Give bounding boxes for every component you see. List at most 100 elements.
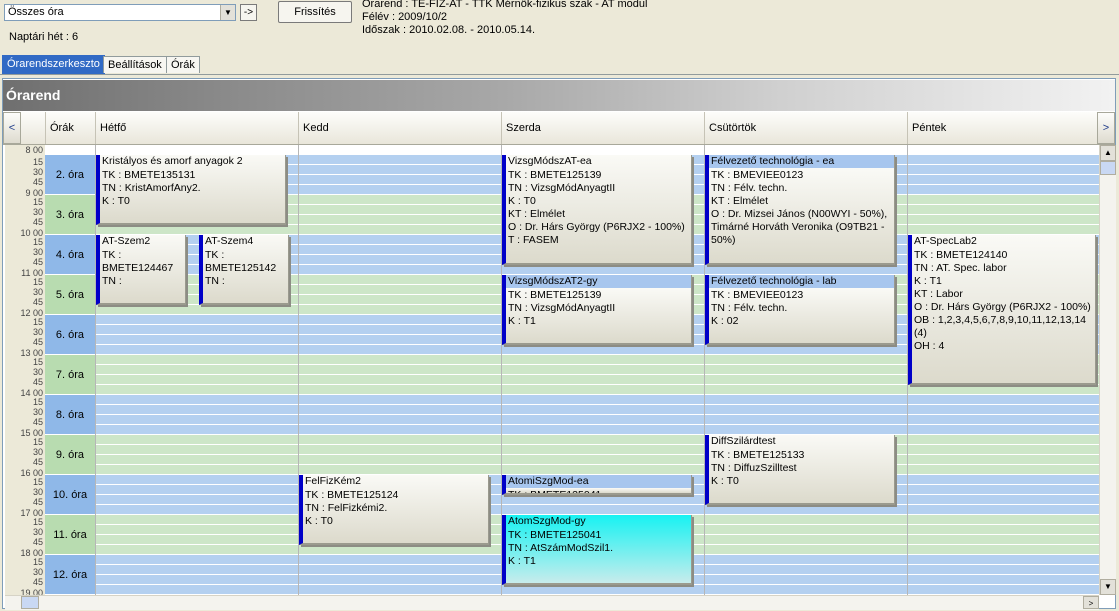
slot-row[interactable]: [95, 395, 1099, 435]
course-event[interactable]: Félvezető technológia - ea TK : BMEVIEE01…: [705, 155, 895, 265]
course-event[interactable]: FelFizKém2 TK : BMETE125124 TN : FelFizkém…: [299, 475, 489, 545]
prev-week-button[interactable]: <: [3, 112, 21, 144]
course-event[interactable]: VizsgMódszAT2-gy TK : BMETE125139 TN : Viz…: [502, 275, 692, 345]
event-title: AtomSzgMod-gy: [508, 515, 586, 527]
minute-tick: 30: [32, 527, 43, 537]
dropdown-arrow-icon[interactable]: ▼: [220, 5, 235, 20]
event-detail: TN : AtSzámModSzil1.: [508, 542, 614, 554]
event-detail: TN : VizsgMódAnyagtII: [508, 302, 616, 314]
minute-tick: 15: [32, 557, 43, 567]
event-detail: BMETE124467: [102, 262, 174, 274]
event-detail: K : T1: [508, 315, 536, 327]
minute-tick: 45: [32, 177, 43, 187]
minute-tick: 15: [32, 157, 43, 167]
event-detail: K : 02: [711, 315, 739, 327]
minute-tick: 15: [32, 277, 43, 287]
refresh-button[interactable]: Frissítés: [278, 1, 352, 23]
event-detail: TK : BMEVIEE0123: [711, 289, 804, 301]
minute-tick: 45: [32, 497, 43, 507]
event-title: DiffSzilárdtest: [711, 435, 776, 447]
slot-label: 6. óra: [45, 315, 95, 355]
course-event[interactable]: Félvezető technológia - lab TK : BMEVIEE0…: [705, 275, 895, 345]
tab-settings[interactable]: Beállítások: [103, 56, 167, 73]
event-detail: TK :: [205, 249, 225, 261]
event-detail: BMETE125142: [205, 262, 277, 274]
next-week-button[interactable]: >: [1097, 112, 1115, 144]
schedule-title: Órarend: [6, 87, 61, 103]
event-detail: O : Dr. Hárs György (P6RJX2 - 100%): [508, 221, 685, 233]
column-header-hours: Órák: [45, 112, 95, 144]
minute-tick: 45: [32, 577, 43, 587]
course-event[interactable]: DiffSzilárdtest TK : BMETE125133 TN : Diff…: [705, 435, 895, 505]
event-detail: TN : VizsgMódAnyagtII: [508, 182, 616, 194]
minute-tick: 30: [32, 327, 43, 337]
course-event[interactable]: AT-Szem2 TK : BMETE124467 TN :: [96, 235, 186, 305]
course-event[interactable]: AtomSzgMod-gy TK : BMETE125041 TN : AtSzám…: [502, 515, 692, 585]
scroll-down-icon[interactable]: ▼: [1100, 579, 1116, 595]
event-title: Félvezető technológia - lab: [711, 275, 837, 287]
event-detail: TK : BMETE125139: [508, 289, 602, 301]
minute-tick: 30: [32, 447, 43, 457]
minute-tick: 45: [32, 377, 43, 387]
course-event[interactable]: AtomiSzgMod-ea TK : BMETE125041: [502, 475, 692, 495]
minute-tick: 45: [32, 297, 43, 307]
event-detail: TK : BMETE135131: [102, 169, 196, 181]
minute-tick: 30: [32, 407, 43, 417]
minute-tick: 15: [32, 357, 43, 367]
event-detail: TK :: [102, 249, 122, 261]
course-event[interactable]: Kristályos és amorf anyagok 2 TK : BMETE1…: [96, 155, 286, 225]
slot-label: 2. óra: [45, 155, 95, 195]
scroll-right-icon[interactable]: >: [1083, 596, 1099, 609]
go-button[interactable]: ->: [240, 4, 257, 21]
hours-filter-value: Összes óra: [8, 6, 64, 18]
minute-tick: 30: [32, 287, 43, 297]
course-event[interactable]: VizsgMódszAT-ea TK : BMETE125139 TN : Vizs…: [502, 155, 692, 265]
event-title: AT-Szem4: [205, 235, 254, 247]
event-detail: TK : BMETE125133: [711, 449, 805, 461]
minute-tick: 45: [32, 417, 43, 427]
event-detail: OH : 4: [914, 340, 945, 352]
minute-tick: 30: [32, 567, 43, 577]
event-title: VizsgMódszAT2-gy: [508, 275, 598, 287]
event-detail: K : T1: [508, 555, 536, 567]
event-detail: TK : BMEVIEE0123: [711, 169, 804, 181]
info-semester: Félév : 2009/10/2: [362, 11, 448, 23]
time-ruler: 8 00 15 30 45 9 00 15 30 45 10 00 15 30 45 11 00 15 30…: [5, 145, 45, 595]
hour-tick: 8 00: [25, 145, 43, 155]
info-period: Időszak : 2010.02.08. - 2010.05.14.: [362, 24, 536, 36]
schedule-grid[interactable]: 8 00 15 30 45 9 00 15 30 45 10 00 15 30 45 11 00 15 30…: [5, 145, 1099, 595]
info-timetable: Órarend : TE-FIZ-AT - TTK Mérnök-fizikus…: [362, 0, 648, 10]
minute-tick: 30: [32, 247, 43, 257]
tab-hours[interactable]: Órák: [166, 56, 200, 73]
schedule-info: Órarend : TE-FIZ-AT - TTK Mérnök-fizikus…: [362, 0, 647, 37]
vertical-scrollbar[interactable]: ▲ ▼: [1099, 145, 1116, 595]
minute-tick: 45: [32, 217, 43, 227]
tab-strip: Órarendszerkeszto Beállítások Órák: [0, 55, 1119, 75]
schedule-title-bar: [3, 80, 1115, 111]
event-detail: TK : BMETE125124: [305, 489, 399, 501]
hscroll-thumb[interactable]: [21, 596, 39, 609]
course-event[interactable]: AT-SpecLab2 TK : BMETE124140 TN : AT. Spec…: [908, 235, 1096, 385]
event-title: FelFizKém2: [305, 475, 362, 487]
event-detail: TK : BMETE125139: [508, 169, 602, 181]
column-header-row: < Órák Hétfő Kedd Szerda Csütörtök Pénte…: [3, 112, 1115, 145]
event-detail: K : T0: [305, 515, 333, 527]
tab-timetable-editor[interactable]: Órarendszerkeszto: [2, 55, 105, 74]
event-title: AT-SpecLab2: [914, 235, 977, 247]
minute-tick: 30: [32, 207, 43, 217]
slot-label: 5. óra: [45, 275, 95, 315]
course-event[interactable]: AT-Szem4 TK : BMETE125142 TN :: [199, 235, 289, 305]
slot-row-top: [95, 145, 1099, 155]
event-detail: K : T0: [711, 475, 739, 487]
event-detail: KT : Elmélet: [711, 195, 768, 207]
minute-tick: 45: [32, 537, 43, 547]
scroll-thumb[interactable]: [1100, 161, 1116, 175]
minute-tick: 15: [32, 437, 43, 447]
scroll-up-icon[interactable]: ▲: [1100, 145, 1116, 161]
slot-row[interactable]: [95, 435, 1099, 475]
hours-filter-combo[interactable]: Összes óra ▼: [4, 4, 236, 21]
horizontal-scrollbar[interactable]: >: [5, 595, 1099, 610]
event-detail: TK : BMETE125041: [508, 529, 602, 541]
event-detail: T : FASEM: [508, 234, 559, 246]
minute-tick: 30: [32, 487, 43, 497]
